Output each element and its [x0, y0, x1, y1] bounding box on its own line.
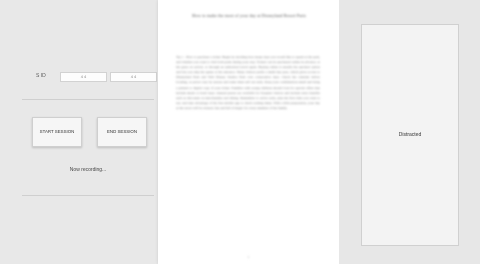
- end-session-button[interactable]: END SESSION: [97, 117, 147, 147]
- distracted-indicator[interactable]: Distracted: [361, 24, 459, 246]
- page-number: 1: [247, 255, 250, 259]
- session-id-field-1[interactable]: 4 4: [60, 72, 107, 82]
- recording-status: Now recording...: [69, 167, 107, 173]
- session-id-label: S ID: [36, 73, 46, 79]
- start-session-button[interactable]: START SESSION: [32, 117, 82, 147]
- divider-top: [22, 99, 154, 100]
- session-id-row: S ID 4 4 4 4: [0, 72, 158, 84]
- reading-document: How to make the most of your day at Disn…: [158, 0, 339, 264]
- control-panel: S ID 4 4 4 4 START SESSION END SESSION N…: [0, 0, 158, 264]
- distracted-label: Distracted: [398, 132, 422, 138]
- start-session-label: START SESSION: [39, 129, 75, 135]
- document-body: Tip 1 - How to purchase a ticket: Begin …: [176, 55, 320, 110]
- state-panel: Distracted: [339, 0, 480, 264]
- divider-bottom: [22, 195, 154, 196]
- session-id-field-2[interactable]: 4 4: [110, 72, 157, 82]
- end-session-label: END SESSION: [106, 129, 137, 135]
- document-title: How to make the most of your day at Disn…: [192, 13, 306, 18]
